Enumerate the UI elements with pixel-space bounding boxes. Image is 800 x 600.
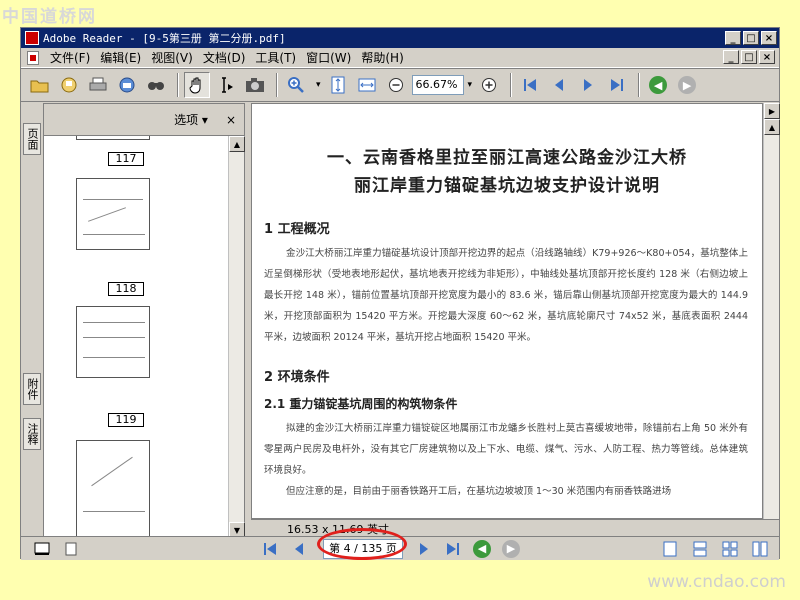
paragraph: 但应注意的是，目前由于丽香铁路开工后，在基坑边坡坡顶 1～30 米范围内有丽香铁… <box>286 486 672 497</box>
doc-title-line1: 一、云南香格里拉至丽江高速公路金沙江大桥 <box>327 148 687 168</box>
options-dropdown-icon: ▾ <box>201 113 208 127</box>
status-first-page-icon[interactable] <box>257 536 283 562</box>
go-forward-icon[interactable]: ▶ <box>674 72 700 98</box>
prev-page-icon[interactable] <box>546 72 572 98</box>
toolbar-separator <box>510 73 513 97</box>
fit-width-icon[interactable] <box>354 72 380 98</box>
tab-comments[interactable]: 注释 <box>23 418 41 450</box>
options-label: 选项 <box>174 113 199 127</box>
thumbnail-label: 118 <box>108 282 144 296</box>
page-icon[interactable] <box>58 536 84 562</box>
doc-title-line2: 丽江岸重力锚碇基坑边坡支护设计说明 <box>354 176 660 196</box>
app-icon <box>25 31 39 45</box>
menu-view[interactable]: 视图(V) <box>146 49 198 66</box>
document-scrollbar[interactable]: ▶ ▲ <box>763 103 780 519</box>
scroll-up-icon[interactable]: ▲ <box>764 119 780 135</box>
navigation-tabs: 页面 附件 注释 <box>21 103 43 538</box>
status-prev-page-icon[interactable] <box>286 536 312 562</box>
continuous-view-icon[interactable] <box>689 539 711 559</box>
thumbnail-panel-header: 选项 ▾ × <box>44 104 244 136</box>
title-bar: Adobe Reader - [9-5第三册 第二分册.pdf] _ □ × <box>21 28 779 48</box>
toolbar: ▾ 66.67% ▾ ◀ ▶ <box>21 68 779 102</box>
page-thumbnail[interactable] <box>76 136 150 140</box>
zoom-tool-dropdown-icon[interactable]: ▾ <box>316 80 321 90</box>
subsection-heading: 2.1 重力锚锭基坑周围的构筑物条件 <box>264 397 458 411</box>
zoom-out-icon[interactable] <box>383 72 409 98</box>
menu-edit[interactable]: 编辑(E) <box>95 49 146 66</box>
page-indicator-highlight <box>317 528 407 560</box>
status-go-forward-icon[interactable]: ▶ <box>498 536 524 562</box>
save-icon[interactable] <box>56 72 82 98</box>
status-last-page-icon[interactable] <box>440 536 466 562</box>
scroll-up-icon[interactable]: ▲ <box>229 136 245 152</box>
tab-attachments[interactable]: 附件 <box>23 373 41 405</box>
email-icon[interactable] <box>114 72 140 98</box>
toolbar-separator <box>177 73 179 97</box>
layout-icon[interactable] <box>29 536 55 562</box>
menu-file[interactable]: 文件(F) <box>45 49 95 66</box>
first-page-icon[interactable] <box>517 72 543 98</box>
status-next-page-icon[interactable] <box>411 536 437 562</box>
scroll-right-arrow-icon[interactable]: ▶ <box>764 103 780 119</box>
fit-page-icon[interactable] <box>325 72 351 98</box>
doc-restore-button[interactable]: □ <box>741 50 757 64</box>
thumbnail-list: 117 118 119 <box>44 136 228 538</box>
paragraph: 金沙江大桥丽江岸重力锚碇基坑设计顶部开挖边界的起点（沿线路轴线）K79+926～… <box>264 248 748 343</box>
options-menu[interactable]: 选项 ▾ <box>174 111 208 128</box>
snapshot-icon[interactable] <box>242 72 268 98</box>
section-heading: 2 环境条件 <box>264 370 330 385</box>
adobe-reader-window: Adobe Reader - [9-5第三册 第二分册.pdf] _ □ × 文… <box>20 27 780 562</box>
close-panel-icon[interactable]: × <box>226 113 236 127</box>
document-menu-icon[interactable] <box>27 50 39 65</box>
window-title: Adobe Reader - [9-5第三册 第二分册.pdf] <box>43 32 286 45</box>
print-icon[interactable] <box>85 72 111 98</box>
open-icon[interactable] <box>27 72 53 98</box>
menu-window[interactable]: 窗口(W) <box>301 49 356 66</box>
continuous-facing-view-icon[interactable] <box>749 539 771 559</box>
zoom-level-input[interactable]: 66.67% <box>411 75 464 95</box>
doc-minimize-button[interactable]: _ <box>723 50 739 64</box>
zoom-level-dropdown-icon[interactable]: ▾ <box>468 80 473 90</box>
select-text-icon[interactable] <box>213 72 239 98</box>
menu-help[interactable]: 帮助(H) <box>356 49 408 66</box>
tab-pages[interactable]: 页面 <box>23 123 41 155</box>
thumbnail-label: 117 <box>108 152 144 166</box>
hand-tool-icon[interactable] <box>184 72 210 98</box>
search-icon[interactable] <box>143 72 169 98</box>
menu-bar: 文件(F) 编辑(E) 视图(V) 文档(D) 工具(T) 窗口(W) 帮助(H… <box>21 48 779 68</box>
minimize-button[interactable]: _ <box>725 31 741 45</box>
watermark-top: 中国道桥网 <box>2 7 97 27</box>
page-thumbnail[interactable] <box>76 178 150 250</box>
last-page-icon[interactable] <box>604 72 630 98</box>
thumbnail-label: 119 <box>108 413 144 427</box>
thumbnail-panel: 选项 ▾ × 117 118 119 ▲ ▼ <box>43 103 245 538</box>
page-thumbnail[interactable] <box>76 440 150 538</box>
status-go-back-icon[interactable]: ◀ <box>469 536 495 562</box>
paragraph: 拟建的金沙江大桥丽江岸重力锚锭碇区地属丽江市龙蟠乡长胜村上莫古喜缓坡地带，除锚前… <box>264 423 748 476</box>
document-view[interactable]: 一、云南香格里拉至丽江高速公路金沙江大桥 丽江岸重力锚碇基坑边坡支护设计说明 1… <box>251 103 763 519</box>
toolbar-separator <box>638 73 641 97</box>
next-page-icon[interactable] <box>575 72 601 98</box>
zoom-in-icon[interactable] <box>283 72 309 98</box>
menu-tools[interactable]: 工具(T) <box>250 49 301 66</box>
watermark-bottom: www.cndao.com <box>647 572 786 592</box>
menu-document[interactable]: 文档(D) <box>198 49 251 66</box>
doc-close-button[interactable]: × <box>759 50 775 64</box>
close-button[interactable]: × <box>761 31 777 45</box>
page-thumbnail[interactable] <box>76 306 150 378</box>
toolbar-separator <box>276 73 278 97</box>
go-back-icon[interactable]: ◀ <box>645 72 671 98</box>
maximize-button[interactable]: □ <box>743 31 759 45</box>
single-page-view-icon[interactable] <box>659 539 681 559</box>
thumbnail-scrollbar[interactable]: ▲ ▼ <box>228 136 245 538</box>
section-heading: 1 工程概况 <box>264 222 330 237</box>
facing-view-icon[interactable] <box>719 539 741 559</box>
zoom-plus-icon[interactable] <box>476 72 502 98</box>
